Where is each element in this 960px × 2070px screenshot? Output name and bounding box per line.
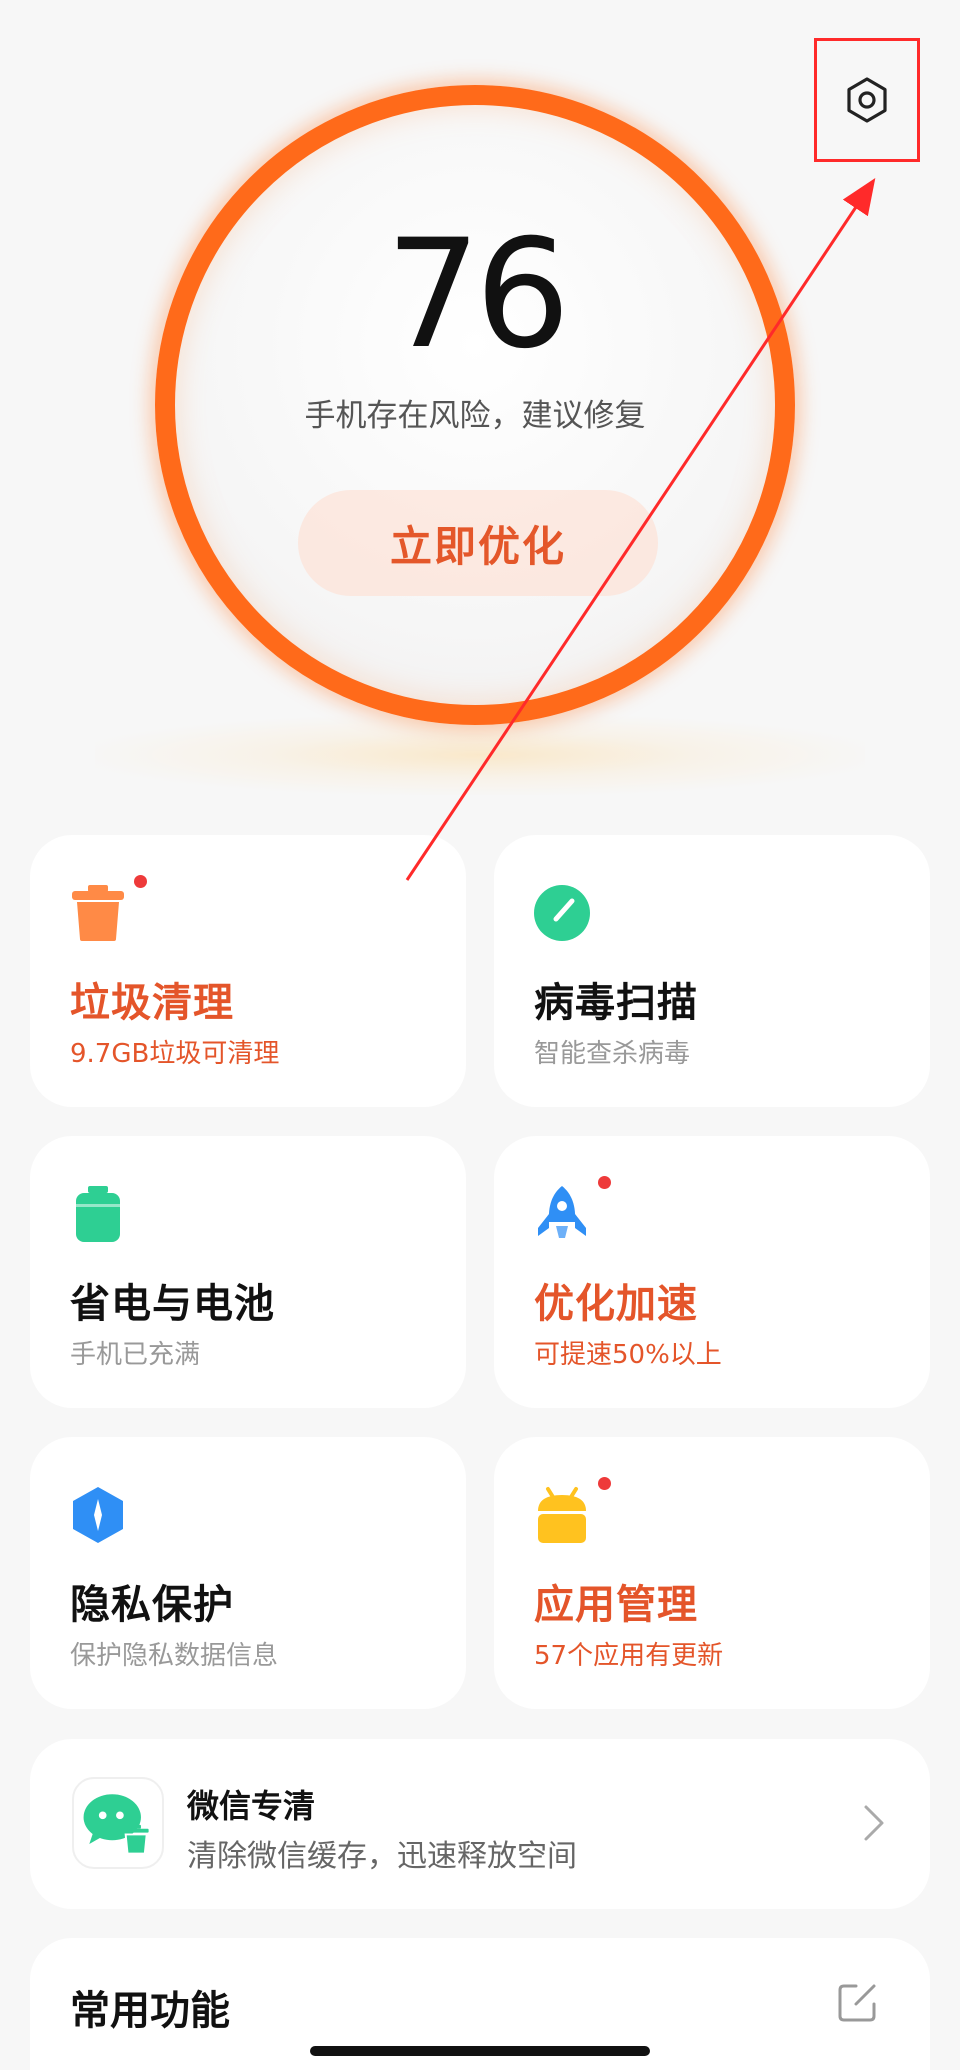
card-subtitle: 9.7GB垃圾可清理 [70, 1039, 280, 1069]
card-title: 优化加速 [534, 1281, 698, 1327]
rocket-icon [532, 1184, 592, 1244]
notification-badge [598, 1176, 611, 1189]
virus-scan-icon [532, 883, 592, 943]
common-functions-title: 常用功能 [70, 1988, 230, 2034]
wechat-clean-subtitle: 清除微信缓存，迅速释放空间 [187, 1839, 577, 1874]
card-subtitle: 智能查杀病毒 [534, 1039, 691, 1069]
card-battery[interactable]: 省电与电池 手机已充满 [30, 1136, 466, 1408]
card-speed-up[interactable]: 优化加速 可提速50%以上 [494, 1136, 930, 1408]
trash-can-icon [68, 883, 128, 943]
wechat-clean-banner[interactable]: 微信专清 清除微信缓存，迅速释放空间 [30, 1739, 930, 1909]
card-app-manage[interactable]: 应用管理 57个应用有更新 [494, 1437, 930, 1709]
card-title: 病毒扫描 [534, 980, 698, 1026]
edit-icon[interactable] [836, 1980, 880, 2024]
card-junk-clean[interactable]: 垃圾清理 9.7GB垃圾可清理 [30, 835, 466, 1107]
optimize-now-button[interactable]: 立即优化 [298, 490, 658, 596]
card-subtitle: 可提速50%以上 [534, 1340, 722, 1370]
card-title: 省电与电池 [70, 1281, 275, 1327]
card-subtitle: 手机已充满 [70, 1340, 201, 1370]
wechat-clean-icon [72, 1777, 164, 1869]
android-app-icon [532, 1485, 592, 1545]
settings-button[interactable] [814, 38, 920, 162]
settings-hexagon-icon [847, 77, 887, 123]
wechat-clean-title: 微信专清 [187, 1787, 316, 1825]
notification-badge [598, 1477, 611, 1490]
card-title: 垃圾清理 [70, 980, 234, 1026]
home-indicator[interactable] [310, 2046, 650, 2056]
battery-icon [68, 1184, 128, 1244]
chevron-right-icon [864, 1805, 884, 1841]
card-title: 应用管理 [534, 1582, 698, 1628]
card-subtitle: 57个应用有更新 [534, 1641, 724, 1671]
score-circle: 76 手机存在风险，建议修复 立即优化 [155, 85, 795, 725]
privacy-shield-icon [68, 1485, 128, 1545]
card-privacy[interactable]: 隐私保护 保护隐私数据信息 [30, 1437, 466, 1709]
card-virus-scan[interactable]: 病毒扫描 智能查杀病毒 [494, 835, 930, 1107]
score-value: 76 [385, 208, 571, 382]
card-subtitle: 保护隐私数据信息 [70, 1641, 279, 1671]
phone-manager-home: 76 手机存在风险，建议修复 立即优化 垃圾清理 9.7GB垃圾可清理 病毒扫描… [0, 0, 960, 2070]
score-glow [95, 715, 865, 795]
notification-badge [134, 875, 147, 888]
card-title: 隐私保护 [70, 1582, 234, 1628]
score-status-text: 手机存在风险，建议修复 [304, 398, 646, 434]
